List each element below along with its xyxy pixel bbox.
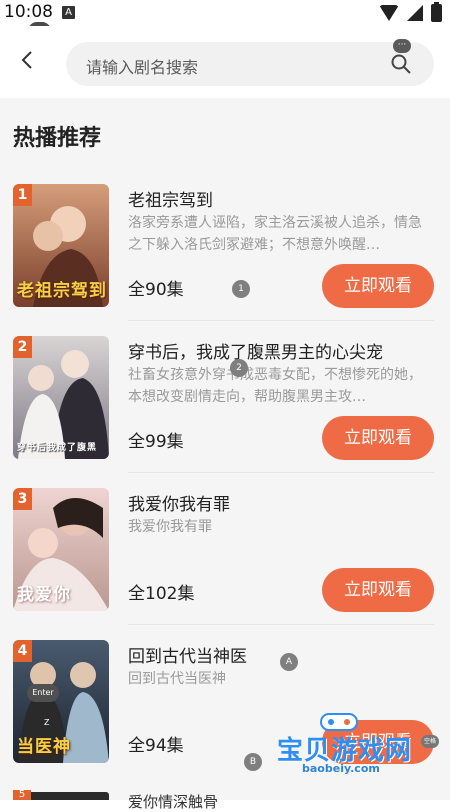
key-hint-badge: 2: [230, 359, 248, 377]
divider: [128, 320, 434, 321]
drama-title[interactable]: 爱你情深触骨: [128, 791, 218, 812]
list-item[interactable]: 2 穿书后我成了腹黑 穿书后，我成了腹黑男主的心尖宠 社畜女孩意外穿书成恶毒女配…: [0, 334, 450, 486]
drama-description: 洛家旁系遭人诬陷，家主洛云溪被人追杀，情急之下躲入洛氏剑冢避难；不想意外唤醒…: [128, 215, 422, 253]
divider: [128, 472, 434, 473]
drama-description: 社畜女孩意外穿书成恶毒女配，不想惨死的她，本想改变剧情走向，帮助腹黑男主攻…: [128, 367, 422, 405]
watermark-domain: baobeiy.com: [302, 762, 380, 775]
search-box[interactable]: 请输入剧名搜索 ···: [66, 39, 434, 86]
list-item[interactable]: 3 我爱你 我爱你我有罪 我爱你我有罪 全102集 立即观看: [0, 486, 450, 638]
list-item[interactable]: 1 老祖宗驾到 老祖宗驾到 洛家旁系遭人诬陷，家主洛云溪被人追杀，情急之下躲入洛…: [0, 182, 450, 334]
section-title: 热播推荐: [13, 126, 102, 151]
episode-count: 全102集: [128, 584, 195, 604]
rank-badge: 3: [13, 488, 32, 510]
cover-title: 当医神: [17, 737, 71, 757]
key-hint-label: Z: [44, 718, 50, 727]
search-input[interactable]: 请输入剧名搜索: [86, 54, 198, 78]
drama-title[interactable]: 老祖宗驾到: [128, 186, 213, 211]
cover-title: 老祖宗驾到: [17, 281, 107, 301]
cover-title: 穿书后我成了腹黑: [17, 443, 98, 453]
space-key-hint: 空格: [421, 735, 439, 748]
rank-badge: 4: [13, 640, 32, 662]
cover-image[interactable]: 3 我爱你: [13, 488, 109, 611]
notification-icon: A: [62, 6, 75, 19]
status-time: 10:08: [4, 2, 53, 22]
cover-image[interactable]: 1 老祖宗驾到: [13, 184, 109, 307]
divider: [128, 624, 434, 625]
status-bar: 10:08 A: [0, 0, 450, 26]
watch-now-button[interactable]: 立即观看: [322, 568, 434, 612]
rank-badge: 2: [13, 336, 32, 358]
content-area: 热播推荐 1 老祖宗驾到 老祖宗驾到 洛家旁系遭人诬陷，家主洛云溪被人追杀，情急…: [0, 98, 450, 800]
signal-icon: [407, 5, 423, 21]
drama-description: 回到古代当医神: [128, 671, 226, 687]
cover-image[interactable]: 2 穿书后我成了腹黑: [13, 336, 109, 459]
drama-title[interactable]: 回到古代当神医: [128, 642, 247, 667]
watch-now-button[interactable]: 立即观看: [322, 264, 434, 308]
rank-badge: 1: [13, 184, 32, 206]
key-hint-badge: 1: [232, 280, 250, 298]
watch-now-button[interactable]: 立即观看: [322, 416, 434, 460]
wifi-icon: [379, 5, 399, 21]
back-arrow-icon[interactable]: [18, 50, 38, 70]
rank-badge: 5: [13, 790, 31, 800]
episode-count: 全94集: [128, 736, 184, 756]
drama-description: 我爱你我有罪: [128, 519, 212, 535]
battery-icon: [431, 2, 442, 22]
drama-title[interactable]: 穿书后，我成了腹黑男主的心尖宠: [128, 338, 383, 363]
drama-title[interactable]: 我爱你我有罪: [128, 490, 230, 515]
episode-count: 全90集: [128, 280, 184, 300]
cover-title: 我爱你: [17, 585, 71, 605]
enter-key-hint: Enter: [27, 684, 59, 702]
episode-count: 全99集: [128, 432, 184, 452]
top-bar: 请输入剧名搜索 ···: [0, 26, 450, 98]
search-icon[interactable]: [390, 53, 412, 75]
site-watermark: 宝贝游戏网 baobeiy.com 空格: [275, 710, 445, 788]
cover-image[interactable]: 4 当医神: [13, 640, 109, 763]
key-hint-badge: A: [280, 653, 298, 671]
key-hint-badge: B: [244, 753, 262, 771]
more-key-hint: ···: [393, 39, 411, 53]
status-icons: [379, 2, 442, 22]
